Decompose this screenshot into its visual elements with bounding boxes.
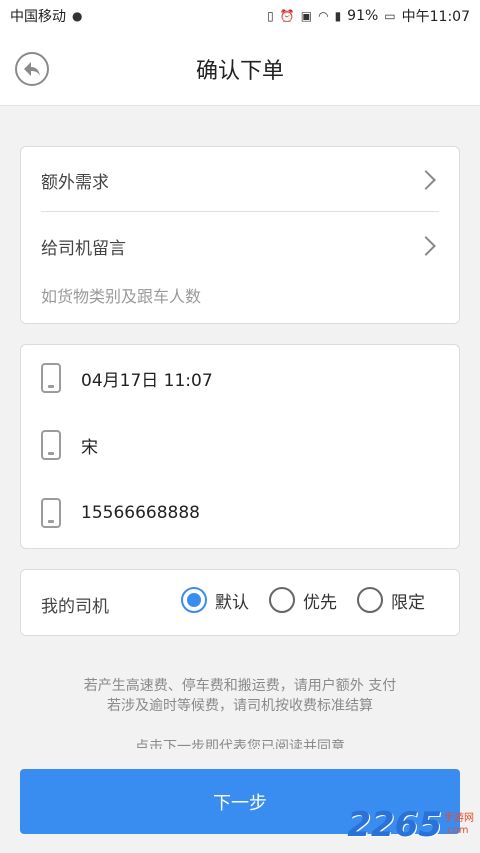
nav-bar: 确认下单 bbox=[0, 32, 480, 106]
driver-message-label: 给司机留言 bbox=[41, 238, 126, 259]
extra-needs-row[interactable]: 额外需求 bbox=[41, 161, 439, 199]
radio-priority[interactable]: 优先 bbox=[269, 587, 337, 613]
carrier-name: 中国移动 bbox=[10, 9, 66, 25]
battery-icon: ▭ bbox=[384, 9, 396, 23]
watermark-site-en: .com bbox=[444, 825, 469, 836]
divider bbox=[41, 211, 439, 212]
datetime-value: 04月17日 11:07 bbox=[81, 370, 213, 391]
notice-line-3: 点击下一步即代表您已阅读并同意 bbox=[135, 739, 345, 749]
watermark-logo: 2265 手游网 .com bbox=[347, 805, 474, 845]
hd-icon: ▣ bbox=[300, 9, 313, 23]
driver-message-hint: 如货物类别及跟车人数 bbox=[41, 287, 202, 306]
chevron-right-icon bbox=[416, 170, 436, 190]
vibrate-icon: ▯ bbox=[267, 9, 274, 23]
radio-label: 优先 bbox=[303, 592, 337, 613]
alarm-icon: ⏰ bbox=[279, 9, 295, 23]
name-row[interactable]: 宋 bbox=[41, 430, 98, 460]
driver-label: 我的司机 bbox=[41, 597, 109, 617]
radio-default[interactable]: 默认 bbox=[181, 587, 249, 613]
contact-phone: 15566668888 bbox=[81, 503, 200, 523]
radio-unchecked-icon bbox=[269, 587, 295, 613]
datetime-row[interactable]: 04月17日 11:07 bbox=[41, 363, 213, 393]
back-arrow-icon bbox=[24, 62, 40, 76]
page-title: 确认下单 bbox=[195, 58, 284, 84]
options-card: 额外需求 给司机留言 如货物类别及跟车人数 bbox=[20, 146, 460, 324]
signal-icon: ▮ bbox=[334, 9, 342, 23]
driver-card: 我的司机 默认 优先 限定 bbox=[20, 569, 460, 636]
phone-row[interactable]: 15566668888 bbox=[41, 498, 200, 528]
contact-card: 04月17日 11:07 宋 15566668888 bbox=[20, 344, 460, 549]
radio-unchecked-icon bbox=[357, 587, 383, 613]
watermark-site-cn: 手游网 bbox=[444, 813, 474, 824]
wechat-icon: ● bbox=[72, 9, 83, 23]
phone-icon bbox=[41, 363, 61, 393]
clock: 中午11:07 bbox=[401, 9, 470, 25]
back-button[interactable] bbox=[15, 52, 49, 86]
phone-icon bbox=[41, 430, 61, 460]
driver-message-row[interactable]: 给司机留言 bbox=[41, 227, 439, 265]
driver-radio-group: 默认 优先 限定 bbox=[181, 587, 425, 613]
radio-label: 默认 bbox=[215, 592, 249, 613]
extra-needs-label: 额外需求 bbox=[41, 172, 109, 193]
watermark-site: 手游网 .com bbox=[444, 813, 474, 837]
watermark-number: 2265 bbox=[347, 805, 442, 845]
radio-label: 限定 bbox=[391, 592, 425, 613]
fee-notice: 若产生高速费、停车费和搬运费，请用户额外 支付 若涉及逾时等候费，请司机按收费标… bbox=[0, 676, 480, 716]
wifi-icon: ◠ bbox=[318, 9, 329, 23]
notice-line-2: 若涉及逾时等候费，请司机按收费标准结算 bbox=[107, 698, 373, 714]
chevron-right-icon bbox=[416, 236, 436, 256]
radio-restricted[interactable]: 限定 bbox=[357, 587, 425, 613]
radio-checked-icon bbox=[181, 587, 207, 613]
status-bar: 中国移动 ● ▯ ⏰ ▣ ◠ ▮ 91% ▭ 中午11:07 bbox=[0, 0, 480, 32]
contact-name: 宋 bbox=[81, 437, 98, 458]
notice-line-1: 若产生高速费、停车费和搬运费，请用户额外 支付 bbox=[83, 678, 397, 694]
agreement-notice: 点击下一步即代表您已阅读并同意 bbox=[0, 737, 480, 749]
phone-icon bbox=[41, 498, 61, 528]
battery-percent: 91% bbox=[347, 8, 379, 24]
